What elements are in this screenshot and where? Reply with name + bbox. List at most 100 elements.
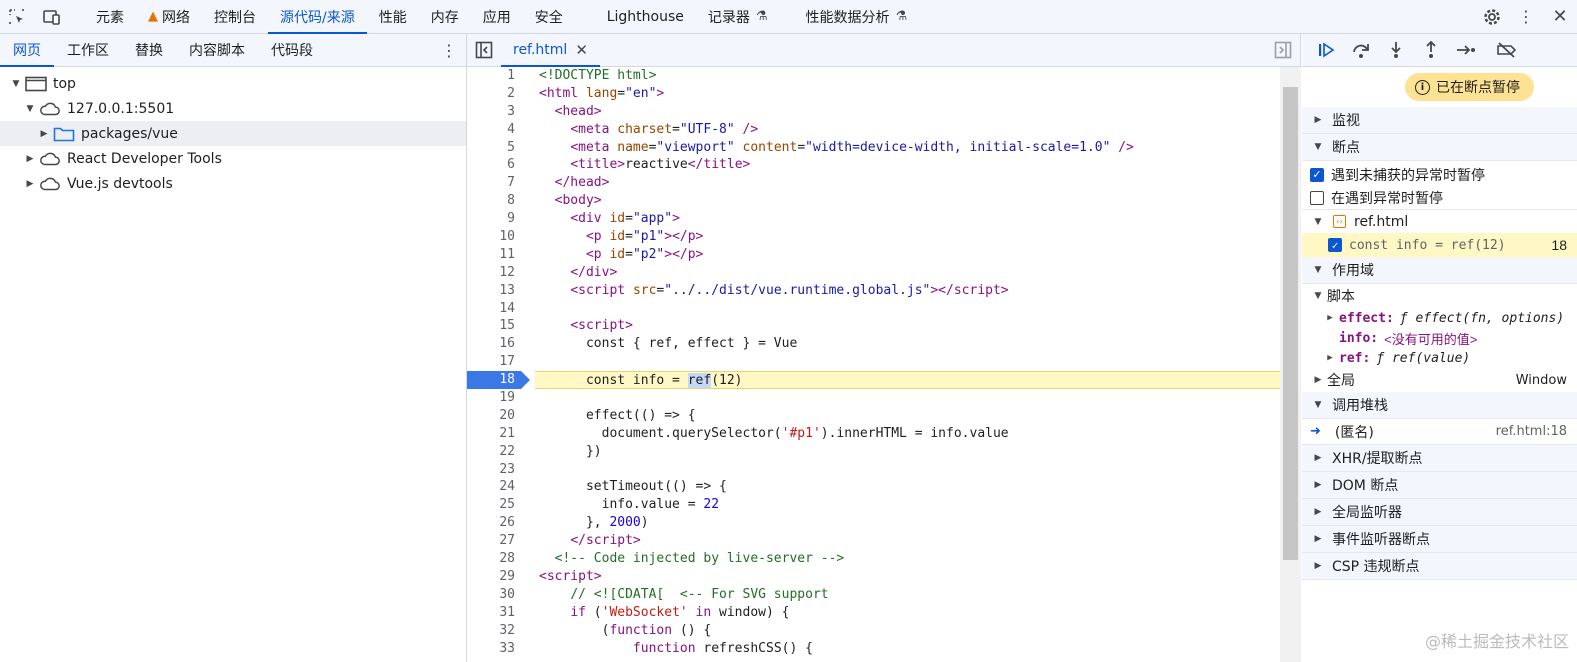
code-line[interactable]: 33 function refreshCSS() { [467, 640, 1280, 658]
expand-arrow-icon[interactable]: ▼ [24, 104, 36, 114]
section-event-listener-breakpoints[interactable]: ▶ 事件监听器断点 [1302, 526, 1577, 553]
code-editor[interactable]: 1 <!DOCTYPE html> 2 <html lang="en"> 3 <he… [467, 67, 1280, 662]
tab-overrides[interactable]: 替换 [122, 34, 176, 66]
tab-memory[interactable]: 内存 [419, 0, 471, 33]
expand-arrow-icon[interactable]: ▼ [10, 79, 22, 89]
tree-item-folder[interactable]: ▶ packages/vue [0, 121, 466, 146]
collapse-arrow-icon[interactable]: ▶ [38, 129, 50, 139]
tab-security[interactable]: 安全 [523, 0, 575, 33]
checkbox-unchecked[interactable] [1310, 190, 1324, 205]
scope-var-ref[interactable]: ▶ ref: ƒ ref(value) [1302, 348, 1577, 368]
close-devtools-icon[interactable]: ✕ [1543, 0, 1577, 33]
code-line[interactable]: 1 <!DOCTYPE html> [467, 67, 1280, 85]
tree-item-react-devtools[interactable]: ▶ React Developer Tools [0, 146, 466, 171]
pause-caught-exceptions-option[interactable]: 在遇到异常时暂停 [1302, 186, 1577, 209]
step-icon[interactable] [1448, 34, 1483, 67]
deactivate-breakpoints-icon[interactable] [1489, 34, 1524, 67]
code-line[interactable]: 7 </head> [467, 174, 1280, 192]
tab-sources[interactable]: 源代码/来源 [268, 0, 367, 34]
code-line[interactable]: 3 <head> [467, 103, 1280, 121]
code-line[interactable]: 9 <div id="app"> [467, 210, 1280, 228]
code-line[interactable]: 17 [467, 353, 1280, 371]
section-dom-breakpoints[interactable]: ▶ DOM 断点 [1302, 472, 1577, 499]
breakpoint-item[interactable]: ✓ const info = ref(12) 18 [1302, 233, 1577, 257]
code-line[interactable]: 13 <script src="../../dist/vue.runtime.g… [467, 282, 1280, 300]
collapse-arrow-icon[interactable]: ▶ [24, 154, 36, 164]
code-line[interactable]: 24 setTimeout(() => { [467, 478, 1280, 496]
code-line[interactable]: 2 <html lang="en"> [467, 85, 1280, 103]
editor-scrollbar[interactable] [1280, 67, 1301, 662]
tab-content-scripts[interactable]: 内容脚本 [176, 34, 258, 66]
code-line[interactable]: 6 <title>reactive</title> [467, 156, 1280, 174]
code-line[interactable]: 21 document.querySelector('#p1').innerHT… [467, 425, 1280, 443]
device-toolbar-icon[interactable] [34, 0, 68, 33]
close-tab-icon[interactable]: ✕ [575, 41, 588, 59]
breakpoint-file-group[interactable]: ▼ ‹› ref.html [1302, 209, 1577, 233]
tab-network[interactable]: ▲ 网络 [136, 0, 202, 33]
code-line[interactable]: 11 <p id="p2"></p> [467, 246, 1280, 264]
section-xhr-breakpoints[interactable]: ▶ XHR/提取断点 [1302, 445, 1577, 472]
code-line[interactable]: 30 // <![CDATA[ <-- For SVG support [467, 586, 1280, 604]
toggle-debugger-icon[interactable] [1266, 34, 1300, 66]
pause-uncaught-exceptions-option[interactable]: ✓ 遇到未捕获的异常时暂停 [1302, 163, 1577, 186]
scope-var-effect[interactable]: ▶ effect: ƒ effect(fn, options) [1302, 308, 1577, 328]
scope-global[interactable]: ▶ 全局 Window [1302, 368, 1577, 392]
call-stack-frame[interactable]: ➜ (匿名) ref.html:18 [1302, 419, 1577, 445]
code-line[interactable]: 4 <meta charset="UTF-8" /> [467, 121, 1280, 139]
code-line[interactable]: 12 </div> [467, 264, 1280, 282]
step-over-icon[interactable] [1343, 34, 1378, 67]
code-line[interactable]: 20 effect(() => { [467, 407, 1280, 425]
tab-application[interactable]: 应用 [471, 0, 523, 33]
tree-item-top[interactable]: ▼ top [0, 71, 466, 96]
tree-item-vue-devtools[interactable]: ▶ Vue.js devtools [0, 171, 466, 196]
code-line[interactable]: 26 }, 2000) [467, 514, 1280, 532]
code-line[interactable]: 22 }) [467, 443, 1280, 461]
code-line[interactable]: 32 (function () { [467, 622, 1280, 640]
code-line[interactable]: 14 [467, 300, 1280, 318]
toggle-navigator-icon[interactable] [467, 34, 501, 66]
settings-gear-icon[interactable] [1475, 0, 1509, 33]
scope-var-info[interactable]: info: <没有可用的值> [1302, 328, 1577, 348]
tab-workspace[interactable]: 工作区 [54, 34, 122, 66]
code-line[interactable]: 5 <meta name="viewport" content="width=d… [467, 139, 1280, 157]
tab-elements[interactable]: 元素 [84, 0, 136, 33]
code-line[interactable]: 23 [467, 461, 1280, 479]
code-line[interactable]: 19 [467, 389, 1280, 407]
section-csp-breakpoints[interactable]: ▶ CSP 违规断点 [1302, 553, 1577, 580]
scope-script[interactable]: ▼ 脚本 [1302, 284, 1577, 308]
tab-lighthouse[interactable]: Lighthouse [595, 0, 696, 33]
code-line[interactable]: 25 info.value = 22 [467, 496, 1280, 514]
tab-recorder[interactable]: 记录器 ⚗ [696, 0, 780, 33]
scrollbar-thumb[interactable] [1283, 87, 1298, 560]
step-out-icon[interactable] [1413, 34, 1448, 67]
code-line[interactable]: 28 <!-- Code injected by live-server --> [467, 550, 1280, 568]
code-line[interactable]: 27 </script> [467, 532, 1280, 550]
step-into-icon[interactable] [1378, 34, 1413, 67]
tab-performance-insights[interactable]: 性能数据分析 ⚗ [794, 0, 920, 33]
navigator-more-icon[interactable]: ⋮ [432, 34, 466, 66]
section-scope[interactable]: ▼ 作用域 [1302, 257, 1577, 284]
section-global-listeners[interactable]: ▶ 全局监听器 [1302, 499, 1577, 526]
inspect-element-icon[interactable] [0, 0, 34, 33]
tree-item-host[interactable]: ▼ 127.0.0.1:5501 [0, 96, 466, 121]
section-breakpoints[interactable]: ▼ 断点 [1302, 134, 1577, 161]
resume-icon[interactable] [1308, 34, 1343, 67]
more-options-icon[interactable]: ⋮ [1509, 0, 1543, 33]
code-line[interactable]: 8 <body> [467, 192, 1280, 210]
code-line[interactable]: 15 <script> [467, 317, 1280, 335]
code-line[interactable]: 10 <p id="p1"></p> [467, 228, 1280, 246]
tab-performance[interactable]: 性能 [367, 0, 419, 33]
code-line[interactable]: 31 if ('WebSocket' in window) { [467, 604, 1280, 622]
breakpoint-marker[interactable]: 18 [467, 371, 530, 390]
code-line-current-breakpoint[interactable]: 18 const info = ref(12) [467, 371, 1280, 390]
section-call-stack[interactable]: ▼ 调用堆栈 [1302, 392, 1577, 419]
collapse-arrow-icon[interactable]: ▶ [24, 179, 36, 189]
checkbox-checked[interactable]: ✓ [1328, 238, 1342, 252]
tab-snippets[interactable]: 代码段 [258, 34, 326, 66]
section-watch[interactable]: ▶ 监视 [1302, 107, 1577, 134]
editor-tab-ref-html[interactable]: ref.html ✕ [501, 34, 600, 67]
code-line[interactable]: 16 const { ref, effect } = Vue [467, 335, 1280, 353]
tab-console[interactable]: 控制台 [202, 0, 268, 33]
tab-page[interactable]: 网页 [0, 34, 54, 67]
checkbox-checked[interactable]: ✓ [1310, 167, 1324, 182]
